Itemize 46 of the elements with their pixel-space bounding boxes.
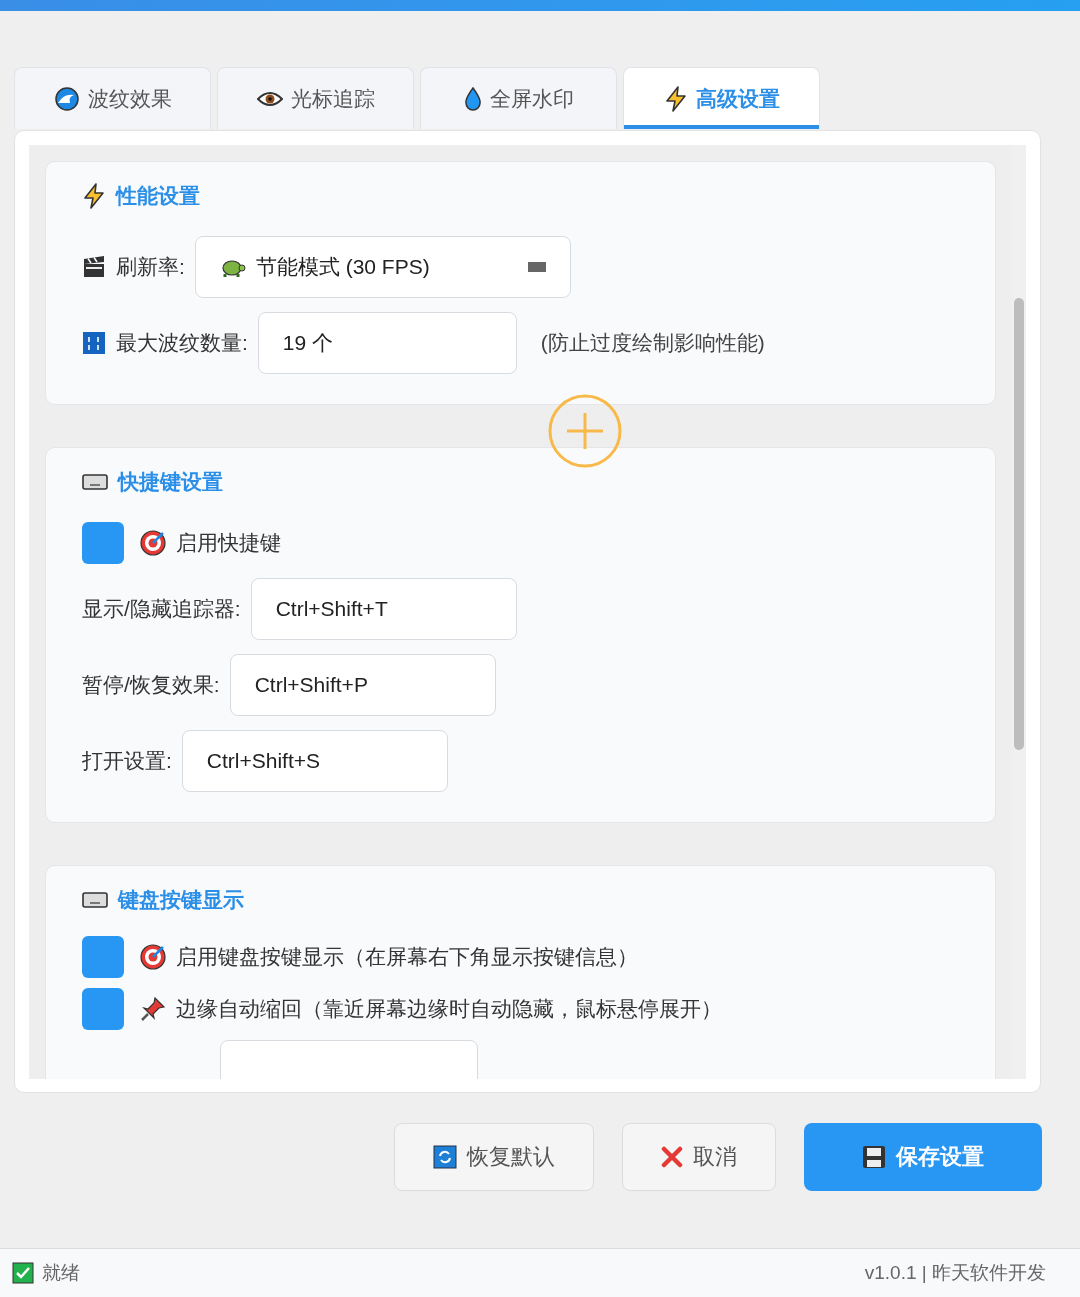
checkbox[interactable] [82,988,124,1030]
checkbox-label: 边缘自动缩回（靠近屏幕边缘时自动隐藏，鼠标悬停展开） [176,996,722,1022]
lightning-icon [82,183,106,209]
tab[interactable]: 波纹效果 [14,67,211,129]
field-label: 刷新率: [116,254,185,280]
tab[interactable]: 光标追踪 [217,67,414,129]
action-button[interactable]: 恢复默认 [394,1123,594,1191]
checkbox[interactable] [82,522,124,564]
lightning-icon [663,85,688,112]
checkbox-label: 启用快捷键 [176,530,281,556]
wave-icon [53,86,80,111]
input-field[interactable]: 19 个 [257,312,517,374]
checkbox[interactable] [82,936,124,978]
section-title: 快捷键设置 [118,469,223,495]
pushpin-icon [140,996,166,1022]
target-icon [140,530,166,556]
refresh-icon [433,1145,457,1169]
hint-text: (防止过度绘制影响性能) [540,330,765,356]
clapperboard-icon [82,255,106,279]
input-field[interactable]: Ctrl+Shift+T [250,578,517,640]
field-label: 暂停/恢复效果: [82,672,220,698]
scrollbar-thumb[interactable] [1014,298,1024,750]
version-text: v1.0.1 | 昨天软件开发 [864,1261,1046,1285]
turtle-icon [219,257,246,277]
dropdown[interactable]: 节能模式 (30 FPS) [194,236,571,298]
numbers-icon [82,331,106,355]
field-label: 打开设置: [82,748,172,774]
input-field[interactable]: Ctrl+Shift+P [229,654,496,716]
tab[interactable]: 全屏水印 [420,67,617,129]
keyboard-icon [82,891,108,909]
action-button[interactable]: 取消 [622,1123,776,1191]
section-title: 性能设置 [116,183,200,209]
checkbox-label: 启用键盘按键显示（在屏幕右下角显示按键信息） [176,944,638,970]
field-label: 最大波纹数量: [116,330,248,356]
droplet-icon [463,86,482,111]
target-icon [140,944,166,970]
eye-icon [256,89,283,108]
check-icon [12,1262,34,1284]
keyboard-icon [82,473,108,491]
field-label: 显示/隐藏追踪器: [82,596,241,622]
cursor-ring-icon [547,393,623,469]
section-title: 键盘按键显示 [118,887,244,913]
input-field[interactable]: Ctrl+Shift+S [181,730,448,792]
status-text: 就绪 [42,1261,80,1285]
cross-icon [661,1146,683,1168]
dropdown-value: 节能模式 (30 FPS) [255,254,430,280]
